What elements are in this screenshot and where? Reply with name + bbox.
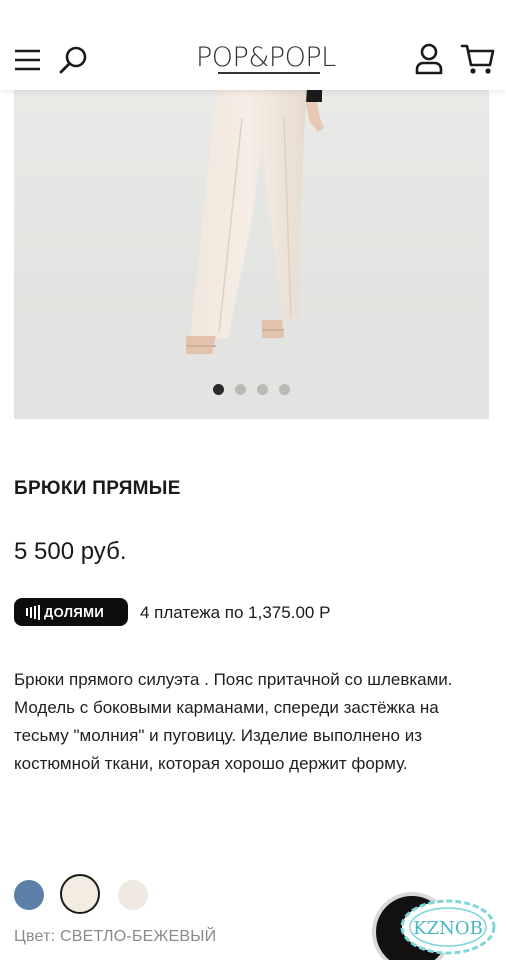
product-price: 5 500 руб.	[14, 538, 127, 565]
color-swatch[interactable]	[118, 880, 148, 910]
svg-text:KZNOB: KZNOB	[413, 918, 483, 939]
search-icon	[59, 46, 87, 74]
gallery-dot[interactable]	[213, 384, 224, 395]
logo-underline	[218, 72, 320, 74]
cart-button[interactable]	[460, 42, 496, 76]
status-bar-remnant	[196, 0, 316, 4]
product-photo	[14, 88, 489, 419]
cart-icon	[460, 44, 495, 74]
user-icon	[415, 43, 443, 75]
brand-logo[interactable]: POP&POPL	[196, 42, 346, 76]
gallery-dot[interactable]	[279, 384, 290, 395]
color-label: Цвет: СВЕТЛО-БЕЖЕВЫЙ	[14, 928, 217, 945]
dolyami-logo-icon	[26, 604, 40, 620]
gallery-pagination	[14, 384, 489, 395]
product-title: БРЮКИ ПРЯМЫЕ	[14, 478, 181, 499]
logo-text: POP&POPL	[196, 42, 336, 73]
watermark-seal: KZNOB	[398, 896, 498, 958]
menu-icon	[15, 49, 40, 71]
installment-text: 4 платежа по 1,375.00 Р	[140, 603, 331, 622]
gallery-dot[interactable]	[257, 384, 268, 395]
color-swatch[interactable]	[14, 880, 44, 910]
gallery-dot[interactable]	[235, 384, 246, 395]
color-swatch[interactable]	[60, 874, 100, 914]
search-button[interactable]	[58, 44, 90, 76]
site-header: POP&POPL	[0, 0, 506, 90]
product-gallery[interactable]	[14, 88, 489, 419]
menu-button[interactable]	[14, 44, 42, 74]
account-button[interactable]	[412, 42, 446, 76]
product-description: Брюки прямого силуэта . Пояс притачной с…	[14, 670, 453, 773]
dolyami-badge[interactable]: ДОЛЯМИ	[14, 598, 128, 626]
dolyami-label: ДОЛЯМИ	[44, 604, 105, 620]
